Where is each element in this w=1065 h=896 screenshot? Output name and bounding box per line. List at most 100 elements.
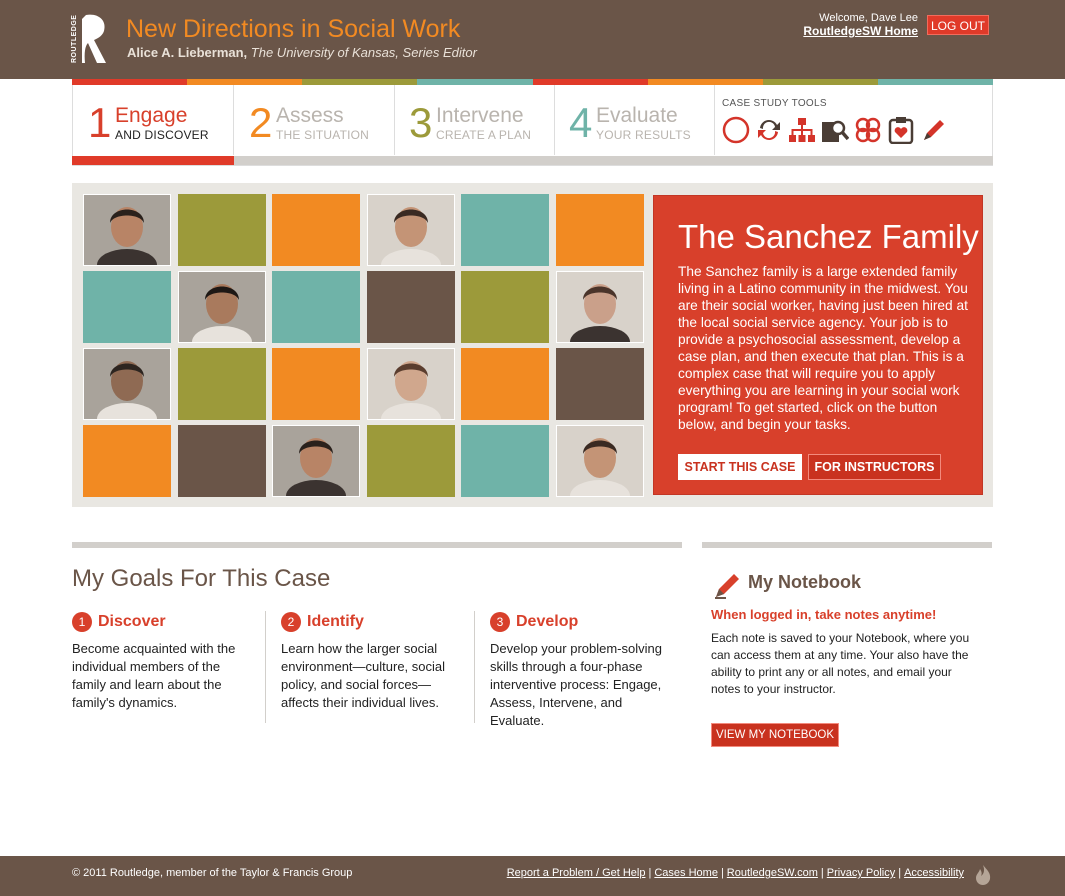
step-sub: AND DISCOVER xyxy=(115,128,209,142)
color-tile xyxy=(272,194,360,266)
goal-number: 3 xyxy=(490,612,510,632)
step-name: Evaluate xyxy=(596,104,678,127)
step-name: Engage xyxy=(115,104,188,127)
for-instructors-button[interactable]: FOR INSTRUCTORS xyxy=(808,454,941,480)
notebook-pencil-icon xyxy=(713,570,743,600)
report-problem-link[interactable]: Report a Problem / Get Help xyxy=(507,867,646,879)
step-number: 1 xyxy=(88,99,112,146)
link-separator: | xyxy=(898,867,902,879)
tools-label: CASE STUDY TOOLS xyxy=(722,98,827,109)
family-member-photo xyxy=(178,271,266,358)
portrait-icon xyxy=(557,426,643,512)
accessibility-link[interactable]: Accessibility xyxy=(904,867,964,879)
color-tile xyxy=(178,425,266,497)
start-case-button[interactable]: START THIS CASE xyxy=(678,454,802,480)
welcome-block: Welcome, Dave Lee RoutledgeSW Home xyxy=(803,12,918,38)
portrait-icon xyxy=(273,426,359,512)
portrait-icon xyxy=(84,195,170,281)
routledgesw-home-link[interactable]: RoutledgeSW Home xyxy=(803,25,918,38)
color-tile xyxy=(461,348,549,420)
color-tile xyxy=(83,425,171,497)
goals-title: My Goals For This Case xyxy=(72,565,331,592)
goal-title: Develop xyxy=(516,613,579,630)
goal-body: Develop your problem-solving skills thro… xyxy=(490,641,662,728)
color-tile xyxy=(272,271,360,343)
goal-discover: 1 Discover Become acquainted with the in… xyxy=(72,611,250,712)
clipboard-icon[interactable] xyxy=(887,116,915,145)
step-number: 2 xyxy=(249,99,273,146)
family-member-photo xyxy=(83,348,171,435)
site-subtitle: Alice A. Lieberman, The University of Ka… xyxy=(127,45,477,60)
routledge-head-icon xyxy=(82,14,106,63)
org-chart-icon[interactable] xyxy=(788,116,816,144)
color-tile xyxy=(272,348,360,420)
step-sub: YOUR RESULTS xyxy=(596,128,691,142)
goal-separator xyxy=(474,611,475,723)
view-notebook-button[interactable]: VIEW MY NOTEBOOK xyxy=(711,723,839,747)
compass-icon[interactable] xyxy=(722,116,750,144)
portrait-icon xyxy=(557,272,643,358)
color-tile xyxy=(178,348,266,420)
goal-develop: 3 Develop Develop your problem-solving s… xyxy=(490,611,668,730)
family-member-photo xyxy=(83,194,171,281)
link-separator: | xyxy=(648,867,652,879)
active-step-indicator xyxy=(72,156,234,165)
color-tile xyxy=(461,425,549,497)
goal-body: Learn how the larger social environment—… xyxy=(281,641,446,710)
pencil-icon[interactable] xyxy=(920,116,948,144)
search-folder-icon[interactable] xyxy=(821,116,850,144)
portrait-icon xyxy=(368,195,454,281)
portrait-icon xyxy=(84,349,170,435)
family-member-photo xyxy=(367,194,455,281)
site-title: New Directions in Social Work xyxy=(126,15,461,43)
copyright-text: © 2011 Routledge, member of the Taylor &… xyxy=(72,867,353,879)
notebook-description: Each note is saved to your Notebook, whe… xyxy=(711,631,970,696)
notebook-subtitle: When logged in, take notes anytime! xyxy=(711,607,937,622)
notebook-divider xyxy=(702,542,992,548)
footer-links: Report a Problem / Get Help | Cases Home | R… xyxy=(507,867,964,879)
color-tile xyxy=(556,194,644,266)
step-name: Assess xyxy=(276,104,344,127)
refresh-icon[interactable] xyxy=(755,116,783,144)
case-panel: The Sanchez Family The Sanchez family is… xyxy=(653,195,983,495)
routledge-logo[interactable]: ROUTLEDGE xyxy=(71,13,109,65)
portrait-icon xyxy=(179,272,265,358)
step-number: 4 xyxy=(569,99,593,146)
step-engage[interactable]: 1 Engage AND DISCOVER xyxy=(73,85,234,155)
family-member-photo xyxy=(367,348,455,435)
goal-number: 1 xyxy=(72,612,92,632)
goal-title: Discover xyxy=(98,613,166,630)
routledgesw-link[interactable]: RoutledgeSW.com xyxy=(727,867,818,879)
case-study-tools: CASE STUDY TOOLS xyxy=(722,98,987,148)
color-tile xyxy=(367,425,455,497)
editor-name: Alice A. Lieberman, xyxy=(127,45,248,60)
goal-body: Become acquainted with the individual me… xyxy=(72,641,236,710)
privacy-policy-link[interactable]: Privacy Policy xyxy=(827,867,895,879)
flame-icon xyxy=(973,864,993,886)
step-evaluate[interactable]: 4 Evaluate YOUR RESULTS xyxy=(554,85,715,155)
color-tile xyxy=(178,194,266,266)
network-icon[interactable] xyxy=(854,116,882,144)
step-intervene[interactable]: 3 Intervene CREATE A PLAN xyxy=(394,85,555,155)
cases-home-link[interactable]: Cases Home xyxy=(654,867,718,879)
color-tile xyxy=(83,271,171,343)
portrait-icon xyxy=(368,349,454,435)
editor-affiliation: The University of Kansas, Series Editor xyxy=(250,45,477,60)
step-name: Intervene xyxy=(436,104,524,127)
logo-wordmark: ROUTLEDGE xyxy=(71,14,78,64)
goal-separator xyxy=(265,611,266,723)
family-member-photo xyxy=(556,271,644,358)
logout-button[interactable]: LOG OUT xyxy=(927,15,989,35)
family-member-photo xyxy=(556,425,644,512)
site-footer: © 2011 Routledge, member of the Taylor &… xyxy=(0,856,1065,896)
goals-divider xyxy=(72,542,682,548)
family-member-photo xyxy=(272,425,360,512)
case-description: The Sanchez family is a large extended f… xyxy=(678,264,968,432)
goal-identify: 2 Identify Learn how the larger social e… xyxy=(281,611,459,712)
case-title: The Sanchez Family xyxy=(678,218,979,255)
step-assess[interactable]: 2 Assess THE SITUATION xyxy=(234,85,395,155)
goal-number: 2 xyxy=(281,612,301,632)
site-header: ROUTLEDGE New Directions in Social Work … xyxy=(0,0,1065,79)
link-separator: | xyxy=(820,867,824,879)
goal-title: Identify xyxy=(307,613,364,630)
